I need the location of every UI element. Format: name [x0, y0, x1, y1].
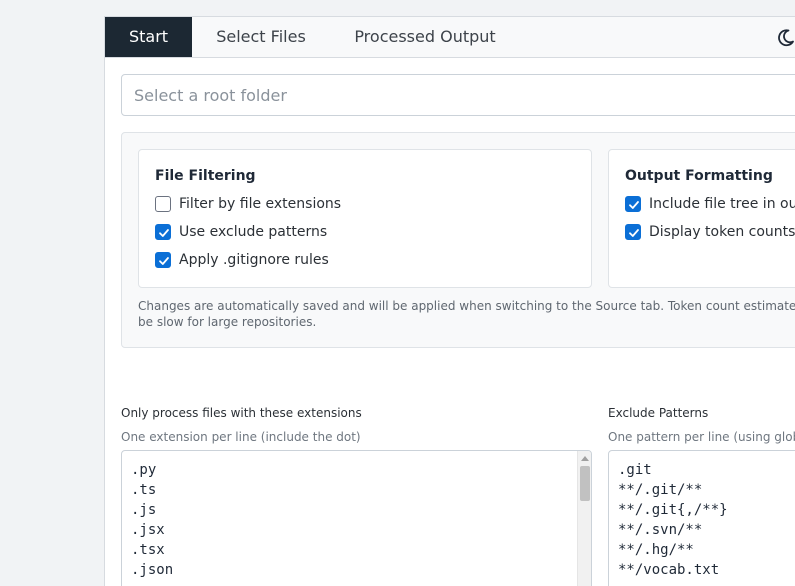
filter-by-extensions-checkbox[interactable]: [155, 196, 171, 212]
extensions-lines: .py .ts .js .jsx .tsx .json: [131, 460, 173, 580]
app-window: Start Select Files Processed Output File…: [104, 16, 795, 586]
checkmark-icon: [159, 229, 169, 237]
tab-bar: Start Select Files Processed Output: [105, 17, 795, 58]
extensions-label: Only process files with these extensions: [121, 406, 362, 420]
use-exclude-patterns-label: Use exclude patterns: [179, 224, 328, 240]
tab-processed-output[interactable]: Processed Output: [338, 17, 512, 57]
extension-line: .js: [131, 502, 157, 518]
pattern-line: .git: [618, 462, 652, 478]
extension-line: .ts: [131, 482, 157, 498]
exclude-patterns-textarea[interactable]: .git **/.git/** **/.git{,/**} **/.svn/**…: [608, 450, 795, 586]
settings-note: Changes are automatically saved and will…: [138, 299, 795, 329]
pattern-line: **/.svn/**: [618, 522, 703, 538]
filter-by-extensions-label: Filter by file extensions: [179, 196, 342, 212]
exclude-patterns-lines: .git **/.git/** **/.git{,/**} **/.svn/**…: [618, 460, 728, 580]
tab-select-files[interactable]: Select Files: [200, 17, 322, 57]
extensions-hint: One extension per line (include the dot): [121, 430, 361, 444]
pattern-line: **/.git/**: [618, 482, 703, 498]
root-folder-input[interactable]: [121, 74, 795, 116]
pattern-line: **/vocab.txt: [618, 562, 720, 578]
include-file-tree-label: Include file tree in output: [649, 196, 795, 212]
file-filtering-title: File Filtering: [155, 168, 256, 184]
file-filtering-card: File Filtering Filter by file extensions…: [138, 149, 592, 288]
use-exclude-patterns-checkbox[interactable]: [155, 224, 171, 240]
theme-toggle-button[interactable]: [775, 28, 795, 48]
output-formatting-title: Output Formatting: [625, 168, 773, 184]
extensions-textarea[interactable]: .py .ts .js .jsx .tsx .json: [121, 450, 592, 586]
extensions-scroll-thumb[interactable]: [580, 466, 590, 501]
display-token-counts-label: Display token counts: [649, 224, 795, 240]
checkmark-icon: [629, 201, 639, 209]
display-token-counts-checkbox[interactable]: [625, 224, 641, 240]
extensions-scrollbar[interactable]: [577, 451, 591, 586]
extension-line: .jsx: [131, 522, 165, 538]
checkmark-icon: [159, 257, 169, 265]
checkmark-icon: [629, 229, 639, 237]
pattern-line: **/.git{,/**}: [618, 502, 728, 518]
apply-gitignore-label: Apply .gitignore rules: [179, 252, 329, 268]
extension-line: .py: [131, 462, 157, 478]
pattern-line: **/.hg/**: [618, 542, 694, 558]
extension-line: .tsx: [131, 542, 165, 558]
tab-start[interactable]: Start: [105, 17, 192, 57]
apply-gitignore-checkbox[interactable]: [155, 252, 171, 268]
moon-icon: [778, 29, 794, 47]
scroll-up-arrow-icon[interactable]: [581, 455, 589, 461]
extension-line: .json: [131, 562, 174, 578]
output-formatting-card: Output Formatting Include file tree in o…: [608, 149, 795, 288]
exclude-patterns-label: Exclude Patterns: [608, 406, 709, 420]
exclude-patterns-hint: One pattern per line (using glob pattern…: [608, 430, 795, 444]
settings-panel: File Filtering Filter by file extensions…: [121, 132, 795, 348]
include-file-tree-checkbox[interactable]: [625, 196, 641, 212]
